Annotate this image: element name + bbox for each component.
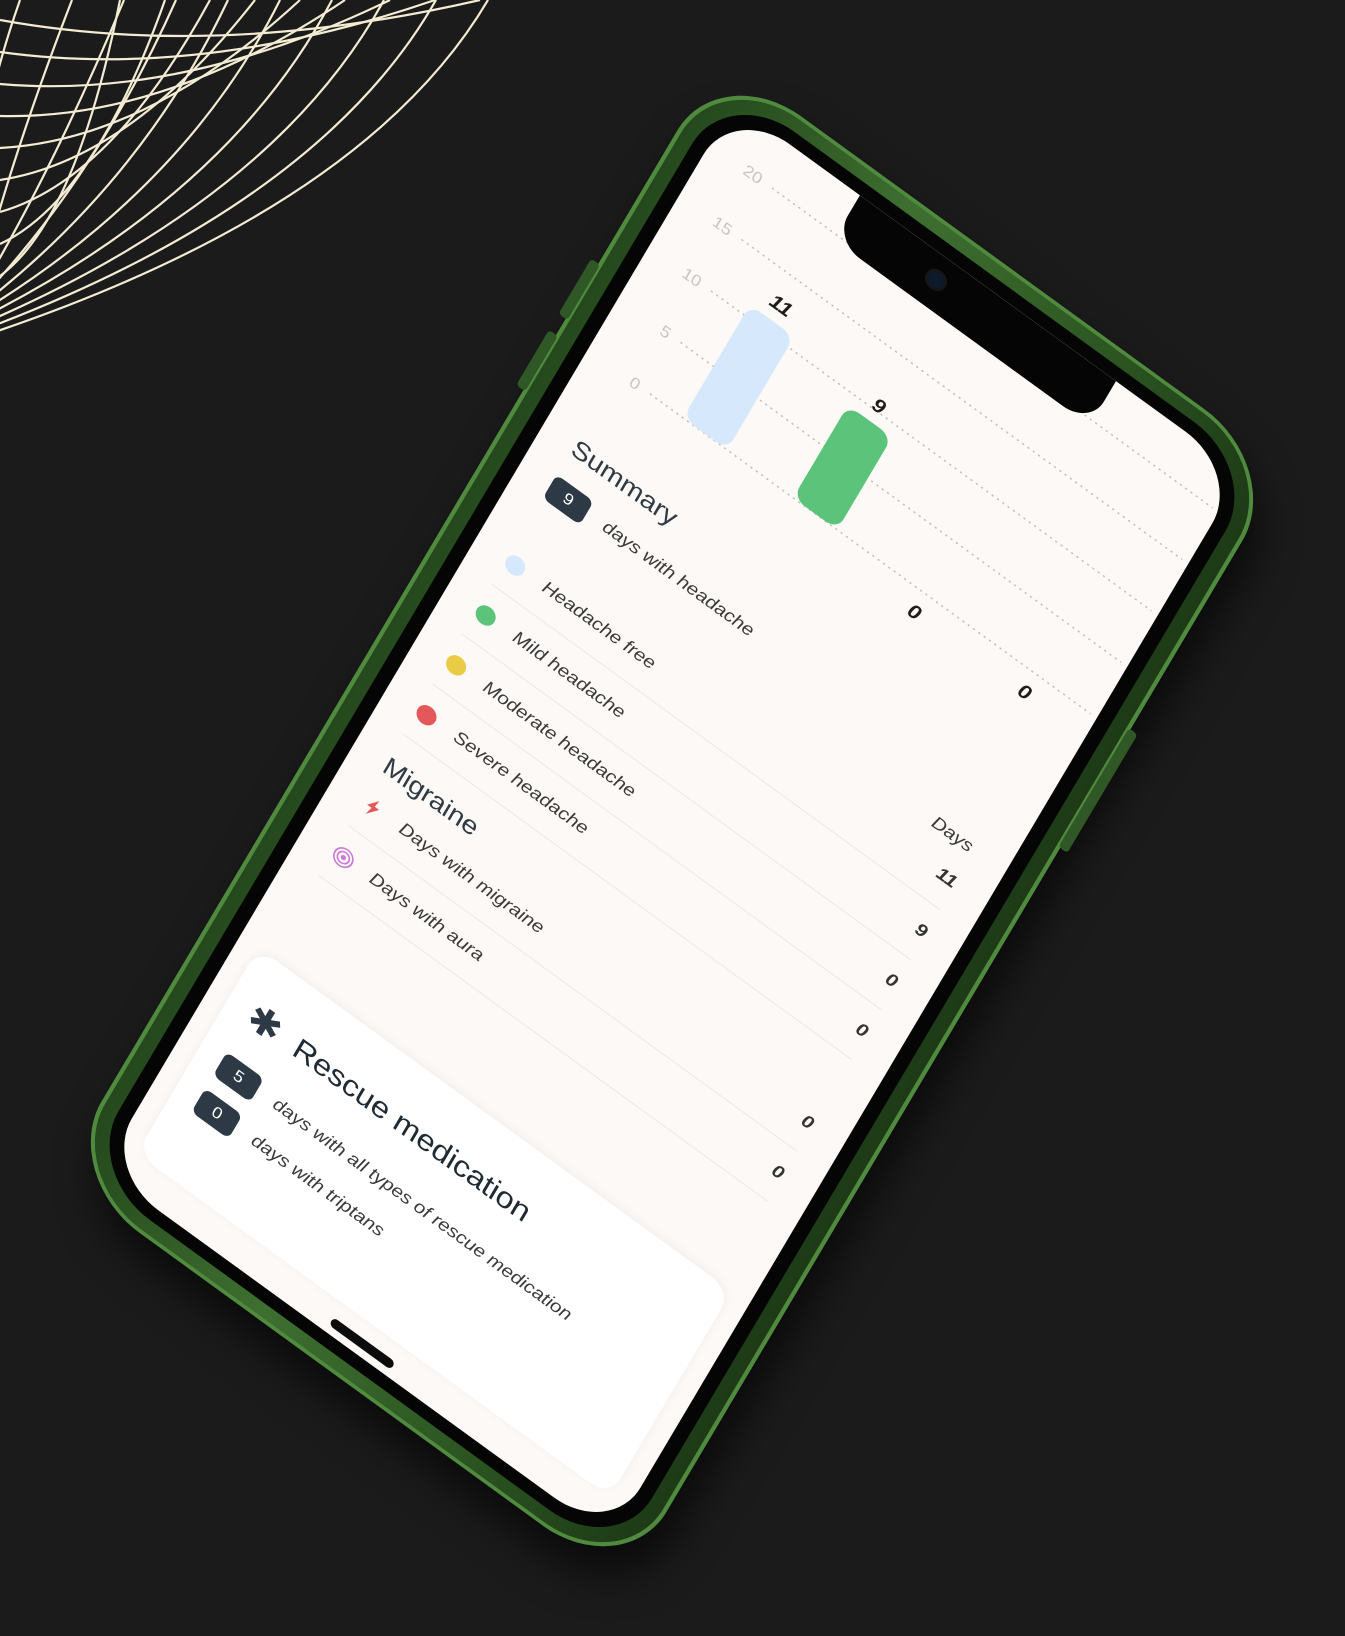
bar-value-label: 11	[766, 290, 796, 322]
mesh-line	[0, 0, 489, 332]
mesh-line	[0, 0, 22, 68]
bar	[797, 410, 888, 525]
wire-mesh-decoration	[0, 0, 489, 332]
summary-row-value: 0	[852, 1019, 872, 1043]
asterisk-icon: ✱	[239, 995, 290, 1052]
lightning-icon	[365, 801, 380, 814]
mesh-line	[0, 0, 391, 88]
bar-value-label: 0	[1014, 680, 1035, 706]
rescue-triptans-count: 0	[191, 1088, 243, 1139]
bar	[687, 309, 790, 445]
y-tick-label: 5	[657, 321, 675, 343]
rescue-all-types-count: 5	[212, 1051, 265, 1103]
y-tick-label: 0	[626, 372, 644, 394]
mesh-line	[0, 0, 167, 245]
severe-dot-icon	[412, 700, 441, 730]
y-tick-label: 20	[740, 160, 766, 188]
rescue-all-types-line: 5 days with all types of rescue medicati…	[212, 1051, 658, 1389]
mild-dot-icon	[472, 601, 500, 630]
bar-value-label: 0	[904, 600, 925, 626]
aura-row-value: 0	[768, 1160, 788, 1185]
bar-value-label: 9	[868, 394, 889, 420]
mesh-line	[0, 0, 126, 260]
mesh-line	[0, 0, 229, 292]
headache-days-count: 9	[542, 474, 594, 526]
y-tick-label: 15	[710, 212, 736, 240]
headache-free-dot-icon	[501, 551, 529, 580]
aura-target-icon	[333, 847, 354, 869]
moderate-dot-icon	[442, 651, 470, 680]
y-tick-label: 10	[679, 263, 705, 291]
camera-icon	[925, 268, 947, 292]
